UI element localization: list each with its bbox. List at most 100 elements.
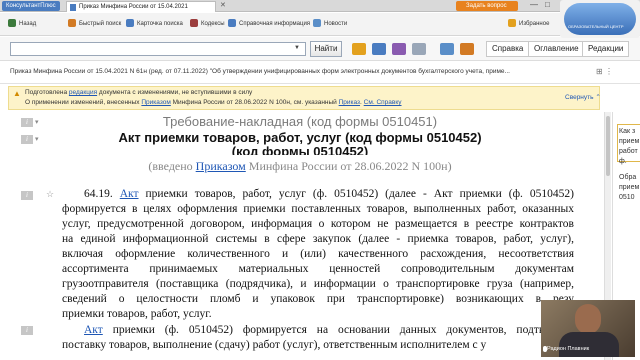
toolbar-back-label: Назад — [19, 21, 37, 27]
paragraph-line: включая оформление количественного и (ил… — [62, 247, 574, 261]
quick-search-icon — [68, 19, 76, 28]
paragraph-text: сведений о целостности пломб и упаковок … — [62, 293, 574, 305]
minimize-button[interactable]: — — [530, 0, 538, 9]
search-card-icon — [126, 19, 134, 28]
toolbar-search-card-label: Карточка поиска — [137, 21, 183, 27]
tools-icon[interactable] — [392, 43, 406, 55]
warning-text: О применении изменений, внесенных — [25, 99, 142, 106]
toolbar-favorites[interactable]: Избранное — [508, 19, 549, 30]
document-body: i ▾ Требование-накладная (код формы 0510… — [0, 112, 612, 360]
presenter-body — [559, 332, 619, 357]
edition-warning: ▲ Подготовлена редакция документа с изме… — [8, 86, 601, 110]
section-heading: Акт приемки товаров, работ, услуг (код ф… — [118, 130, 482, 145]
compare-icon[interactable] — [460, 43, 474, 55]
maximize-button[interactable]: □ — [545, 0, 550, 9]
toolbar-reference[interactable]: Справочная информация — [228, 19, 310, 30]
paragraph-text: на единой информационной системы в сфере… — [62, 233, 574, 245]
warning-line-2: О применении изменений, внесенных Приказ… — [25, 99, 402, 106]
word-export-icon[interactable] — [440, 43, 454, 55]
share-icon[interactable] — [372, 43, 386, 55]
document-icon — [70, 4, 76, 11]
related-item[interactable]: прием — [619, 138, 639, 145]
paragraph-line: грузоотправителя (поставщика (подрядчика… — [62, 277, 574, 291]
heading-previous-form: Требование-накладная (код формы 0510451) — [162, 114, 438, 129]
document-tab-label: Приказ Минфина России от 15.04.2021 — [79, 4, 188, 10]
paragraph-text: приемки товаров, работ, услуг. — [62, 308, 212, 320]
related-item[interactable]: 0510 — [619, 194, 635, 201]
form-link[interactable]: Акт — [84, 324, 103, 336]
related-item[interactable]: Как з — [619, 128, 635, 135]
introduced-note: (введено Приказом Минфина России от 28.0… — [0, 159, 600, 174]
more-icon[interactable]: ⋮ — [605, 67, 613, 76]
order-link[interactable]: Приказом — [141, 99, 170, 106]
participant-name: Радион Плавник — [547, 346, 590, 352]
toolbar-favorites-label: Избранное — [519, 21, 550, 27]
paragraph-text: приемки товаров, работ, услуг (ф. 051045… — [138, 188, 574, 200]
paragraph-text: ассортимента принимаемых материальных це… — [62, 263, 574, 275]
title-bar: КонсультантПлюс Приказ Минфина России от… — [0, 0, 640, 12]
paragraph-text: услуг, предусмотренной договором, информ… — [62, 218, 574, 230]
print-icon[interactable] — [412, 43, 426, 55]
paragraph-line: формируется в целях оформления приемки п… — [62, 202, 574, 216]
paragraph-line: услуг, предусмотренной договором, информ… — [62, 217, 574, 231]
related-item[interactable]: работ — [619, 148, 638, 155]
reference-icon — [228, 19, 236, 28]
paragraph-text: включая оформление количественного и (ил… — [62, 248, 574, 260]
app-name[interactable]: КонсультантПлюс — [2, 1, 60, 11]
collapse-link[interactable]: Свернуть ⌃ — [565, 93, 601, 101]
logo-caption: ОБРАЗОВАТЕЛЬНЫЙ ЦЕНТР — [568, 24, 624, 29]
toolbar-news-label: Новости — [324, 21, 348, 27]
related-item[interactable]: Обра — [619, 174, 636, 181]
form-link[interactable]: Акт — [120, 188, 139, 200]
related-item[interactable]: ф. — [619, 158, 627, 165]
related-item[interactable]: прием — [619, 184, 639, 191]
intro-text: Минфина России от 28.06.2022 N 100н) — [245, 159, 452, 173]
tab-revisions[interactable]: Редакции — [582, 41, 630, 57]
tab-help[interactable]: Справка — [486, 41, 530, 57]
training-center-logo: ОБРАЗОВАТЕЛЬНЫЙ ЦЕНТР — [560, 0, 640, 38]
toolbar-search-card[interactable]: Карточка поиска — [126, 19, 183, 30]
paragraph-line: на единой информационной системы в сфере… — [62, 232, 574, 246]
toolbar-news[interactable]: Новости — [313, 19, 347, 30]
see-help-link[interactable]: См. Справку — [364, 99, 402, 106]
document-tab[interactable]: Приказ Минфина России от 15.04.2021 — [66, 1, 216, 12]
paragraph-text: поставку товаров, выполнение (сдачу) раб… — [62, 339, 487, 351]
ask-question-button[interactable]: Задать вопрос — [456, 1, 518, 11]
intro-order-link[interactable]: Приказом — [196, 159, 246, 173]
star-bookmark-icon[interactable]: ☆ — [46, 189, 54, 200]
toolbar-back[interactable]: Назад — [8, 19, 36, 30]
intro-text: (введено — [148, 159, 196, 173]
codes-icon — [190, 19, 198, 28]
section-heading-cont: (код формы 0510452) — [231, 144, 369, 155]
paragraph-line: ассортимента принимаемых материальных це… — [62, 262, 574, 276]
scroll-thumb[interactable] — [606, 116, 610, 176]
presenter-head — [575, 304, 601, 334]
back-arrow-icon — [8, 19, 16, 28]
paragraph-line: приемки товаров, работ, услуг. — [62, 307, 574, 321]
paragraph-text: приемки (ф. 0510452) формируется на осно… — [102, 324, 574, 336]
find-button[interactable]: Найти — [310, 41, 342, 57]
search-input[interactable] — [10, 42, 306, 56]
warning-text: Минфина России от 28.06.2022 N 100н, см.… — [170, 99, 339, 106]
close-tab-icon[interactable]: ✕ — [220, 1, 226, 9]
info-marker[interactable]: i — [21, 326, 33, 335]
collapse-label: Свернуть — [565, 94, 594, 101]
toolbar-codes[interactable]: Кодексы — [190, 19, 225, 30]
tab-contents[interactable]: Оглавление — [528, 41, 585, 57]
info-marker[interactable]: i — [21, 191, 33, 200]
news-icon — [313, 19, 321, 28]
logo-disc — [564, 3, 636, 35]
paragraph-line: сведений о целостности пломб и упаковок … — [62, 292, 574, 306]
edition-link[interactable]: редакция — [69, 89, 97, 96]
toolbar-quick-search-label: Быстрый поиск — [79, 21, 122, 27]
paragraph-line: поставку товаров, выполнение (сдачу) раб… — [62, 338, 574, 352]
toolbar-quick-search[interactable]: Быстрый поиск — [68, 19, 121, 30]
warning-line-1: Подготовлена редакция документа с измене… — [25, 89, 252, 96]
paragraph-line: 64.19. Акт приемки товаров, работ, услуг… — [84, 187, 574, 201]
chevron-down-icon[interactable]: ▼ — [294, 45, 300, 51]
main-toolbar: Назад Быстрый поиск Карточка поиска Коде… — [0, 13, 640, 36]
info-icon[interactable]: ⊞ — [596, 67, 603, 76]
header-tools: ⊞ ⋮ — [596, 67, 613, 76]
order-link-2[interactable]: Приказ — [339, 99, 360, 106]
bookmark-icon[interactable] — [352, 43, 366, 55]
